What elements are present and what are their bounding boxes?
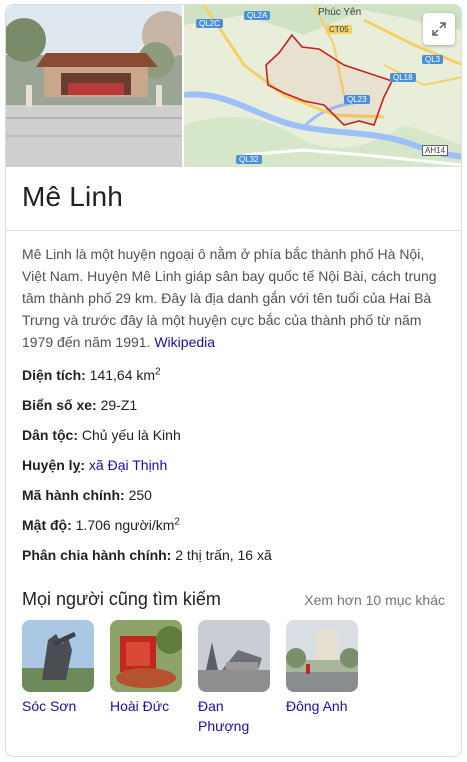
fact-ethnicity: Dân tộc: Chủ yếu là Kinh <box>22 425 445 445</box>
view-more-link[interactable]: Xem hơn 10 mục khác <box>304 592 445 608</box>
entity-description: Mê Linh là một huyện ngoại ô nằm ở phía … <box>6 231 461 353</box>
fact-capital: Huyện lỵ: xã Đại Thịnh <box>22 455 445 475</box>
people-also-search-header: Mọi người cũng tìm kiếm Xem hơn 10 mục k… <box>6 575 461 610</box>
pas-item-hoai-duc[interactable]: Hoài Đức <box>110 620 182 736</box>
fact-subdivisions: Phân chia hành chính: 2 thị trấn, 16 xã <box>22 545 445 565</box>
map-road-ah14: AH14 <box>422 145 449 156</box>
people-also-search-grid: Sóc Sơn Hoài Đức Đan Phượng Đông Anh <box>6 610 461 736</box>
map-road-ql23: QL23 <box>344 95 370 104</box>
fact-key: Diện tích: <box>22 367 86 383</box>
fact-value: 141,64 km <box>89 367 156 383</box>
wikipedia-link[interactable]: Wikipedia <box>154 334 215 350</box>
map-road-ql2a: QL2A <box>244 11 271 20</box>
knowledge-panel: Phúc Yên QL2A QL2C CT05 QL3 QL18 QL23 QL… <box>5 4 462 757</box>
map-expand-button[interactable] <box>423 13 455 45</box>
pas-label[interactable]: Đông Anh <box>286 696 358 716</box>
title-row: Mê Linh <box>6 167 461 231</box>
facts-list: Diện tích: 141,64 km2 Biển số xe: 29-Z1 … <box>6 353 461 565</box>
fact-key: Huyện lỵ: <box>22 457 86 473</box>
pas-thumbnail[interactable] <box>198 620 270 692</box>
map-road-ql32: QL32 <box>236 155 262 164</box>
pas-thumbnail[interactable] <box>286 620 358 692</box>
fact-key: Mã hành chính: <box>22 487 125 503</box>
fact-value: 2 thị trấn, 16 xã <box>175 547 272 563</box>
map-road-ql18: QL18 <box>390 73 416 82</box>
fact-value: 29-Z1 <box>100 397 138 413</box>
fact-value: 250 <box>128 487 152 503</box>
map-road-ql2c: QL2C <box>196 19 223 28</box>
pas-label[interactable]: Hoài Đức <box>110 696 182 716</box>
pas-item-dan-phuong[interactable]: Đan Phượng <box>198 620 270 736</box>
fact-value: Chủ yếu là Kinh <box>81 427 181 443</box>
map-road-ct05: CT05 <box>326 25 352 34</box>
fact-sup: 2 <box>155 366 161 378</box>
fact-key: Biển số xe: <box>22 397 97 413</box>
expand-icon <box>432 22 446 36</box>
fact-license-plate: Biển số xe: 29-Z1 <box>22 395 445 415</box>
description-text: Mê Linh là một huyện ngoại ô nằm ở phía … <box>22 246 437 350</box>
pas-thumbnail[interactable] <box>110 620 182 692</box>
fact-key: Dân tộc: <box>22 427 78 443</box>
fact-density: Mật độ: 1.706 người/km2 <box>22 515 445 535</box>
fact-value-link[interactable]: xã Đại Thịnh <box>89 457 167 473</box>
entity-title: Mê Linh <box>22 181 124 212</box>
pas-item-soc-son[interactable]: Sóc Sơn <box>22 620 94 736</box>
pas-label[interactable]: Sóc Sơn <box>22 696 94 716</box>
fact-admin-code: Mã hành chính: 250 <box>22 485 445 505</box>
fact-key: Mật độ: <box>22 517 72 533</box>
pas-label[interactable]: Đan Phượng <box>198 696 270 736</box>
fact-value: 1.706 người/km <box>75 517 175 533</box>
pas-item-dong-anh[interactable]: Đông Anh <box>286 620 358 736</box>
location-photo[interactable] <box>6 5 182 167</box>
map-road-ql3: QL3 <box>422 55 444 64</box>
hero-media: Phúc Yên QL2A QL2C CT05 QL3 QL18 QL23 QL… <box>6 5 461 167</box>
location-map[interactable]: Phúc Yên QL2A QL2C CT05 QL3 QL18 QL23 QL… <box>184 5 461 167</box>
fact-area: Diện tích: 141,64 km2 <box>22 365 445 385</box>
fact-key: Phân chia hành chính: <box>22 547 172 563</box>
people-also-search-title: Mọi người cũng tìm kiếm <box>22 589 221 609</box>
pas-thumbnail[interactable] <box>22 620 94 692</box>
map-city-label: Phúc Yên <box>318 7 362 18</box>
fact-sup: 2 <box>174 516 180 528</box>
